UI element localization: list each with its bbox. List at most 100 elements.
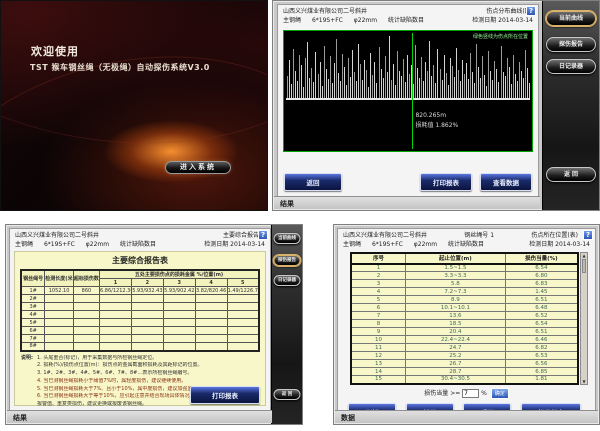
waveform-spike	[354, 72, 355, 100]
table-scrollbar[interactable]: ▲ ▼	[580, 252, 588, 385]
back-button[interactable]: 返回	[284, 173, 342, 191]
rope-spec-group: 主钢绳 6*19S+FC φ22mm 统计缺陷数目	[343, 240, 493, 249]
print-report-button[interactable]: 打印报表	[190, 386, 260, 404]
report-window: 当前曲线 探伤报告 日记录器 返 回 ? 山西义兴煤业有限公司二号斜井 主要综合…	[5, 224, 303, 425]
report-cell: 1#	[21, 287, 45, 295]
filter-threshold-input[interactable]	[462, 389, 479, 398]
waveform-spike	[299, 55, 300, 100]
report-table-row: 8#	[21, 343, 259, 351]
defect-table-row[interactable]: 1022.4~22.46.46	[351, 336, 578, 344]
status-bar: 结果	[274, 196, 540, 209]
defect-cell: 5.8	[405, 280, 505, 288]
scroll-up-icon[interactable]: ▲	[581, 253, 587, 258]
defects-label: 统计缺陷数目	[120, 241, 156, 248]
enter-system-button[interactable]: 进入系统	[165, 161, 231, 174]
splash-welcome-text: 欢迎使用	[31, 43, 79, 59]
waveform-spike	[490, 71, 491, 100]
sub-col-5: 5	[227, 279, 259, 287]
defect-table-row[interactable]: 713.66.52	[351, 312, 578, 320]
report-cell: 5.93/902.42	[163, 287, 195, 295]
panel-day-logger-button[interactable]: 日记录器	[274, 275, 301, 286]
defect-table-row[interactable]: 1428.76.85	[351, 368, 578, 376]
filter-row: 损伤当量 >= % 确定	[338, 388, 595, 399]
status-bar: 数据	[335, 410, 598, 423]
panel-back-button[interactable]: 返 回	[274, 389, 301, 400]
help-icon[interactable]: ?	[526, 6, 536, 16]
defect-table-row[interactable]: 920.46.51	[351, 328, 578, 336]
company-name: 山西义兴煤业有限公司二号斜井	[343, 231, 427, 240]
waveform-chart[interactable]: 绿色竖线为伤点所在位置 820.265m 损耗值 1.862%	[283, 30, 533, 152]
defect-cell: 9	[351, 328, 405, 336]
report-note-line: 6. 当已测钢丝绳损耗大于等于10%，应引起注意并结合现场具体情况更换。	[37, 393, 204, 401]
defect-cell: 10.1~10.1	[405, 304, 505, 312]
filter-apply-button[interactable]: 确定	[491, 388, 509, 399]
defect-table-row[interactable]: 1225.26.53	[351, 352, 578, 360]
defect-table-row[interactable]: 1530.4~30.51.81	[351, 376, 578, 384]
report-table-row: 5#	[21, 319, 259, 327]
sub-col-4: 4	[195, 279, 227, 287]
chart-cursor-line[interactable]	[412, 33, 413, 149]
waveform-spike	[507, 58, 508, 100]
rope-name: 主钢绳	[343, 241, 361, 248]
defect-cell: 28.7	[405, 368, 505, 376]
defect-cell: 6.46	[505, 336, 578, 344]
report-cell	[131, 311, 163, 319]
defect-table-row[interactable]: 11.5~1.56.54	[351, 264, 578, 272]
waveform-spike	[289, 60, 290, 100]
report-note-line: 4. 当已测钢丝绳损耗小于阈值7%时，属轻度损伤，建议继续使用。	[37, 378, 204, 386]
defect-cell: 1	[351, 264, 405, 272]
waveform-spike	[450, 58, 451, 100]
report-cell	[131, 319, 163, 327]
defect-cell: 6.48	[505, 304, 578, 312]
waveform-spike	[482, 56, 483, 100]
defect-table-row[interactable]: 1326.76.56	[351, 360, 578, 368]
waveform-spike	[309, 78, 310, 100]
scroll-down-icon[interactable]: ▼	[581, 379, 587, 384]
report-cell	[195, 319, 227, 327]
defect-table-row[interactable]: 47.2~7.31.45	[351, 288, 578, 296]
waveform-spike	[328, 79, 329, 100]
defect-table-head: 序号 起止位置(m) 损伤当量(%)	[351, 253, 578, 264]
data-header: 山西义兴煤业有限公司二号斜井 钢丝绳号 1 伤点所在位置(表) 主钢绳 6*19…	[338, 229, 595, 250]
scrollbar-thumb[interactable]	[582, 259, 586, 273]
waveform-spike	[519, 62, 520, 100]
report-table-row: 2#	[21, 295, 259, 303]
rope-spec: 6*19S+FC	[44, 241, 75, 248]
panel-flaw-report-button[interactable]: 探伤报告	[274, 255, 301, 266]
view-data-button[interactable]: 查看数据	[480, 173, 532, 191]
defect-cell: 6.54	[505, 264, 578, 272]
defect-table-row[interactable]: 23.3~3.36.80	[351, 272, 578, 280]
panel-current-curve-button[interactable]: 当前曲线	[546, 11, 596, 26]
rope-spec: 6*19S+FC	[312, 17, 343, 24]
print-report-button[interactable]: 打印报表	[420, 173, 472, 191]
waveform-spike	[320, 62, 321, 100]
defect-table-row[interactable]: 1124.76.82	[351, 344, 578, 352]
panel-back-button[interactable]: 返 回	[546, 167, 596, 182]
help-icon[interactable]: ?	[583, 230, 593, 240]
waveform-spike	[456, 48, 457, 100]
waveform-window: 当前曲线 探伤报告 日记录器 返 回 ? 山西义兴煤业有限公司二号斜井 伤点分布…	[272, 0, 600, 211]
report-cell	[45, 335, 74, 343]
report-cell	[100, 343, 132, 351]
waveform-spike	[509, 67, 510, 100]
panel-day-logger-button[interactable]: 日记录器	[546, 59, 596, 74]
defect-cell: 11	[351, 344, 405, 352]
report-main-area: ? 山西义兴煤业有限公司二号斜井 主要综合报告表 主钢绳 6*19S+FC φ2…	[9, 228, 271, 411]
defect-table-row[interactable]: 35.86.83	[351, 280, 578, 288]
report-table-body: 1#1052.108606.86/1212.365.93/932.435.93/…	[21, 287, 259, 351]
help-icon[interactable]: ?	[258, 230, 268, 240]
panel-flaw-report-button[interactable]: 探伤报告	[546, 37, 596, 52]
defect-table-row[interactable]: 58.96.51	[351, 296, 578, 304]
defect-cell: 1.45	[505, 288, 578, 296]
panel-current-curve-button[interactable]: 当前曲线	[274, 233, 301, 244]
report-table: 钢丝绳号 检测长度(米) 超标损伤数量(处) 五处主要损伤点的损耗金属 %/位置…	[20, 269, 260, 352]
waveform-spike	[324, 46, 325, 100]
defect-table-row[interactable]: 818.56.54	[351, 320, 578, 328]
waveform-spike	[336, 39, 337, 100]
defect-cell: 6.52	[505, 312, 578, 320]
defects-label: 统计缺陷数目	[448, 241, 484, 248]
defect-cell: 8.9	[405, 296, 505, 304]
notes-list: 1. 头尾重合(标记)，用于采集数据与所检钢丝绳定位。2. 损耗(%)/损伤点位…	[37, 355, 204, 409]
defect-cell: 6	[351, 304, 405, 312]
defect-table-row[interactable]: 610.1~10.16.48	[351, 304, 578, 312]
